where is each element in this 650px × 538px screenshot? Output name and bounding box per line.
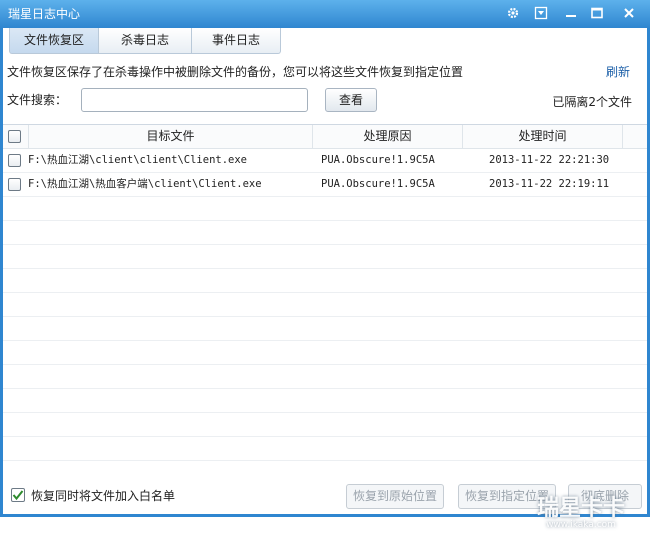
row-checkbox[interactable] xyxy=(8,154,21,167)
search-label: 文件搜索： xyxy=(7,93,68,107)
watermark-url: www.ikaka.com xyxy=(546,520,616,530)
column-header-reason[interactable]: 处理原因 xyxy=(313,125,463,149)
empty-row xyxy=(3,269,647,293)
empty-row xyxy=(3,317,647,341)
description-text: 文件恢复区保存了在杀毒操作中被删除文件的备份，您可以将这些文件恢复到指定位置 xyxy=(7,65,464,79)
column-header-time[interactable]: 处理时间 xyxy=(463,125,623,149)
tab-event-log[interactable]: 事件日志 xyxy=(191,28,282,54)
whitelist-checkbox[interactable] xyxy=(11,488,25,502)
main-panel: 文件恢复区 杀毒日志 事件日志 文件恢复区保存了在杀毒操作中被删除文件的备份，您… xyxy=(3,28,647,530)
settings-gear-icon[interactable] xyxy=(502,3,524,23)
minimize-icon[interactable] xyxy=(560,3,582,23)
window: 瑞星日志中心 文件恢复区 杀毒日志 事件日志 文件恢复区保存了在杀毒操作中被删除… xyxy=(0,0,650,530)
empty-row xyxy=(3,293,647,317)
window-title: 瑞星日志中心 xyxy=(8,7,81,21)
row-reason: PUA.Obscure!1.9C5A xyxy=(321,178,435,190)
tab-antivirus-log[interactable]: 杀毒日志 xyxy=(98,28,193,54)
column-header-target-file[interactable]: 目标文件 xyxy=(29,125,313,149)
empty-row xyxy=(3,389,647,413)
close-icon[interactable] xyxy=(618,3,640,23)
row-reason: PUA.Obscure!1.9C5A xyxy=(321,154,435,166)
empty-row xyxy=(3,437,647,461)
empty-row xyxy=(3,341,647,365)
row-file-path: F:\热血江湖\client\client\Client.exe xyxy=(28,154,248,166)
row-file-path: F:\热血江湖\热血客户端\client\Client.exe xyxy=(28,178,262,190)
tab-bar: 文件恢复区 杀毒日志 事件日志 xyxy=(9,28,282,54)
whitelist-label: 恢复同时将文件加入白名单 xyxy=(31,489,176,503)
table-row[interactable]: F:\热血江湖\client\client\Client.exe PUA.Obs… xyxy=(3,149,647,173)
header-checkbox-cell xyxy=(3,125,29,149)
empty-row xyxy=(3,365,647,389)
check-icon xyxy=(12,490,24,501)
empty-row xyxy=(3,221,647,245)
empty-row xyxy=(3,197,647,221)
empty-row xyxy=(3,413,647,437)
row-time: 2013-11-22 22:19:11 xyxy=(489,178,610,190)
row-time: 2013-11-22 22:21:30 xyxy=(489,154,610,166)
view-button[interactable]: 查看 xyxy=(325,88,377,112)
table-header: 目标文件 处理原因 处理时间 xyxy=(3,125,647,149)
row-checkbox[interactable] xyxy=(8,178,21,191)
empty-row xyxy=(3,245,647,269)
watermark-logo: 瑞星卡卡 www.ikaka.com xyxy=(521,490,641,538)
watermark-brand: 瑞星卡卡 xyxy=(536,496,625,521)
table-row[interactable]: F:\热血江湖\热血客户端\client\Client.exe PUA.Obsc… xyxy=(3,173,647,197)
skin-menu-icon[interactable] xyxy=(530,3,552,23)
file-table: 目标文件 处理原因 处理时间 F:\热血江湖\client\client\Cli… xyxy=(3,124,647,476)
restore-original-button[interactable]: 恢复到原始位置 xyxy=(346,484,444,509)
column-header-filler xyxy=(623,125,647,149)
search-input[interactable] xyxy=(81,88,308,112)
isolated-count: 已隔离2个文件 xyxy=(552,95,632,109)
select-all-checkbox[interactable] xyxy=(8,130,21,143)
maximize-icon[interactable] xyxy=(586,3,608,23)
refresh-link[interactable]: 刷新 xyxy=(606,63,630,80)
titlebar[interactable]: 瑞星日志中心 xyxy=(0,0,650,28)
tab-file-recovery[interactable]: 文件恢复区 xyxy=(9,28,100,54)
